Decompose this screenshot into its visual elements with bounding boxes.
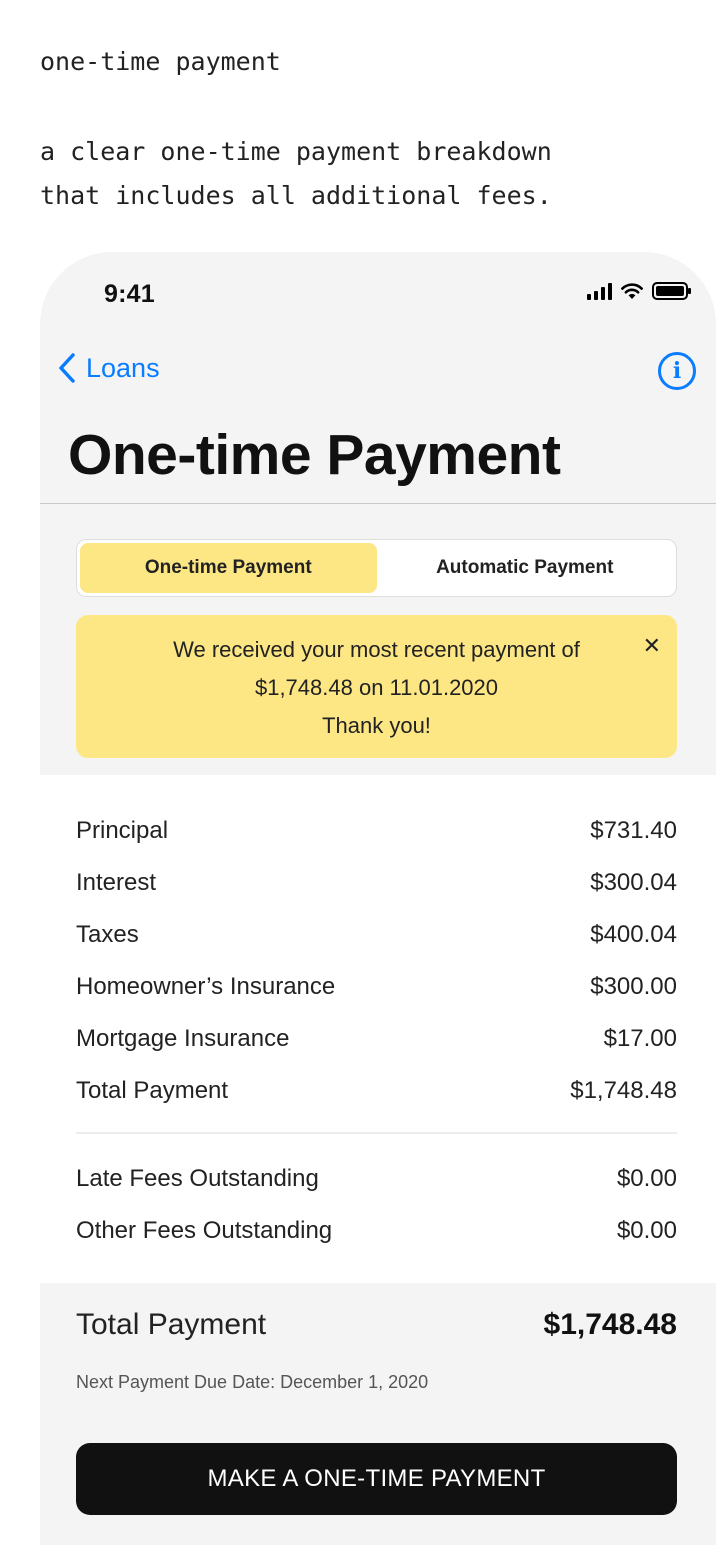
banner-line1: We received your most recent payment of	[173, 637, 580, 662]
breakdown-row-interest: Interest $300.04	[76, 869, 677, 897]
info-button[interactable]: i	[658, 352, 696, 390]
make-payment-button[interactable]: MAKE A ONE-TIME PAYMENT	[76, 1443, 677, 1515]
header-divider	[40, 503, 716, 504]
wifi-icon	[621, 283, 643, 299]
breakdown-row-taxes: Taxes $400.04	[76, 921, 677, 949]
next-due-date: Next Payment Due Date: December 1, 2020	[76, 1372, 429, 1392]
status-time: 9:41	[104, 280, 155, 308]
breakdown-row-homeowners-insurance: Homeowner’s Insurance $300.00	[76, 973, 677, 1001]
back-button[interactable]: Loans	[58, 352, 160, 384]
total-payment-summary: Total Payment $1,748.48	[76, 1308, 677, 1342]
row-amount: $300.04	[590, 869, 677, 896]
row-label: Other Fees Outstanding	[76, 1217, 333, 1244]
intro-heading: one-time payment	[40, 47, 281, 76]
breakdown-row-total-payment: Total Payment $1,748.48	[76, 1077, 677, 1105]
row-label: Principal	[76, 817, 169, 844]
banner-line2: $1,748.48 on 11.01.2020	[254, 675, 499, 700]
row-amount: $17.00	[603, 1025, 677, 1052]
segment-one-time-payment[interactable]: One-time Payment	[80, 543, 377, 593]
close-icon[interactable]: ✕	[643, 627, 661, 665]
payment-received-banner: We received your most recent payment of …	[76, 615, 677, 758]
chevron-left-icon	[59, 353, 75, 383]
back-label: Loans	[86, 352, 160, 383]
breakdown-row-principal: Principal $731.40	[76, 817, 677, 845]
signal-icon	[587, 282, 612, 300]
breakdown-row-mortgage-insurance: Mortgage Insurance $17.00	[76, 1025, 677, 1053]
row-label: Taxes	[76, 921, 139, 948]
fees-divider	[76, 1132, 677, 1134]
row-label: Homeowner’s Insurance	[76, 973, 336, 1000]
fees-row-late: Late Fees Outstanding $0.00	[76, 1165, 677, 1193]
payment-type-segmented-control: One-time Payment Automatic Payment	[76, 539, 677, 597]
row-label: Total Payment	[76, 1077, 229, 1104]
status-bar: 9:41	[40, 252, 716, 342]
nav-bar: Loans i	[40, 347, 716, 397]
row-amount: $731.40	[590, 817, 677, 844]
info-icon: i	[672, 358, 682, 384]
total-label: Total Payment	[76, 1308, 267, 1341]
row-amount: $300.00	[590, 973, 677, 1000]
intro-description: a clear one-time payment breakdown that …	[40, 130, 680, 218]
phone-screen: 9:41 Loans i One-time Payment One-time P	[40, 252, 716, 1545]
banner-line3: Thank you!	[322, 713, 431, 738]
segment-automatic-payment[interactable]: Automatic Payment	[377, 543, 674, 593]
row-label: Interest	[76, 869, 157, 896]
total-value: $1,748.48	[543, 1308, 677, 1341]
fees-row-other: Other Fees Outstanding $0.00	[76, 1217, 677, 1245]
intro-description-line2: that includes all additional fees.	[40, 181, 552, 210]
row-amount: $0.00	[616, 1165, 677, 1192]
status-icons	[587, 282, 691, 300]
row-amount: $1,748.48	[570, 1077, 677, 1104]
row-label: Mortgage Insurance	[76, 1025, 290, 1052]
row-amount: $0.00	[616, 1217, 677, 1244]
battery-icon	[652, 282, 691, 300]
page-title: One-time Payment	[68, 423, 561, 487]
intro-description-line1: a clear one-time payment breakdown	[40, 137, 552, 166]
row-label: Late Fees Outstanding	[76, 1165, 319, 1192]
row-amount: $400.04	[590, 921, 677, 948]
